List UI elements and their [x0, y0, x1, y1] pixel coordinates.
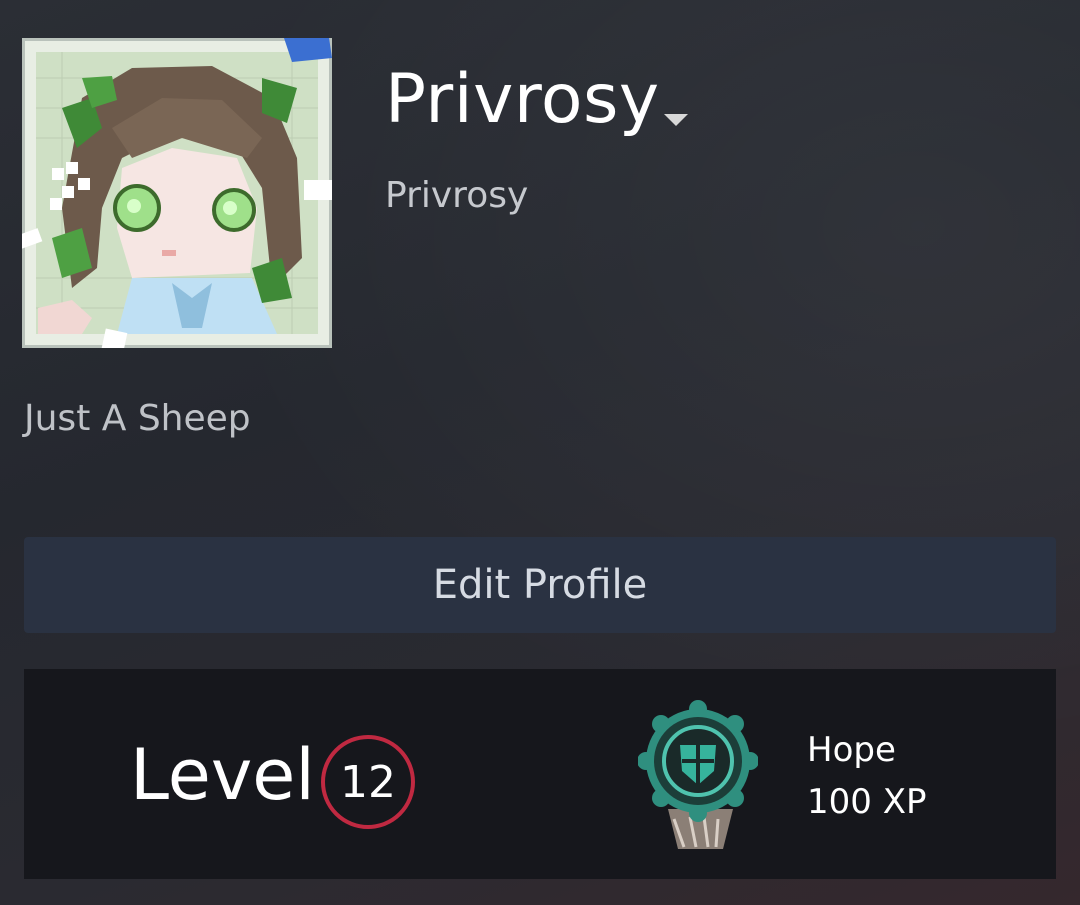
- profile-status: Just A Sheep: [24, 398, 251, 439]
- level-value: 12: [340, 756, 396, 808]
- edit-profile-button[interactable]: Edit Profile: [24, 537, 1056, 633]
- pixel-art-avatar-icon: [22, 38, 332, 348]
- level-badge[interactable]: 12: [321, 735, 415, 829]
- caret-down-icon[interactable]: [662, 110, 690, 128]
- persona-name[interactable]: Privrosy: [385, 60, 660, 140]
- real-name: Privrosy: [385, 175, 529, 216]
- badge-xp: 100 XP: [807, 782, 927, 822]
- hope-badge-icon[interactable]: [637, 699, 759, 849]
- avatar[interactable]: [22, 38, 332, 348]
- level-label: Level: [130, 734, 315, 816]
- level-panel: Level 12 Hope 100 XP: [24, 669, 1056, 879]
- badge-name: Hope: [807, 730, 896, 770]
